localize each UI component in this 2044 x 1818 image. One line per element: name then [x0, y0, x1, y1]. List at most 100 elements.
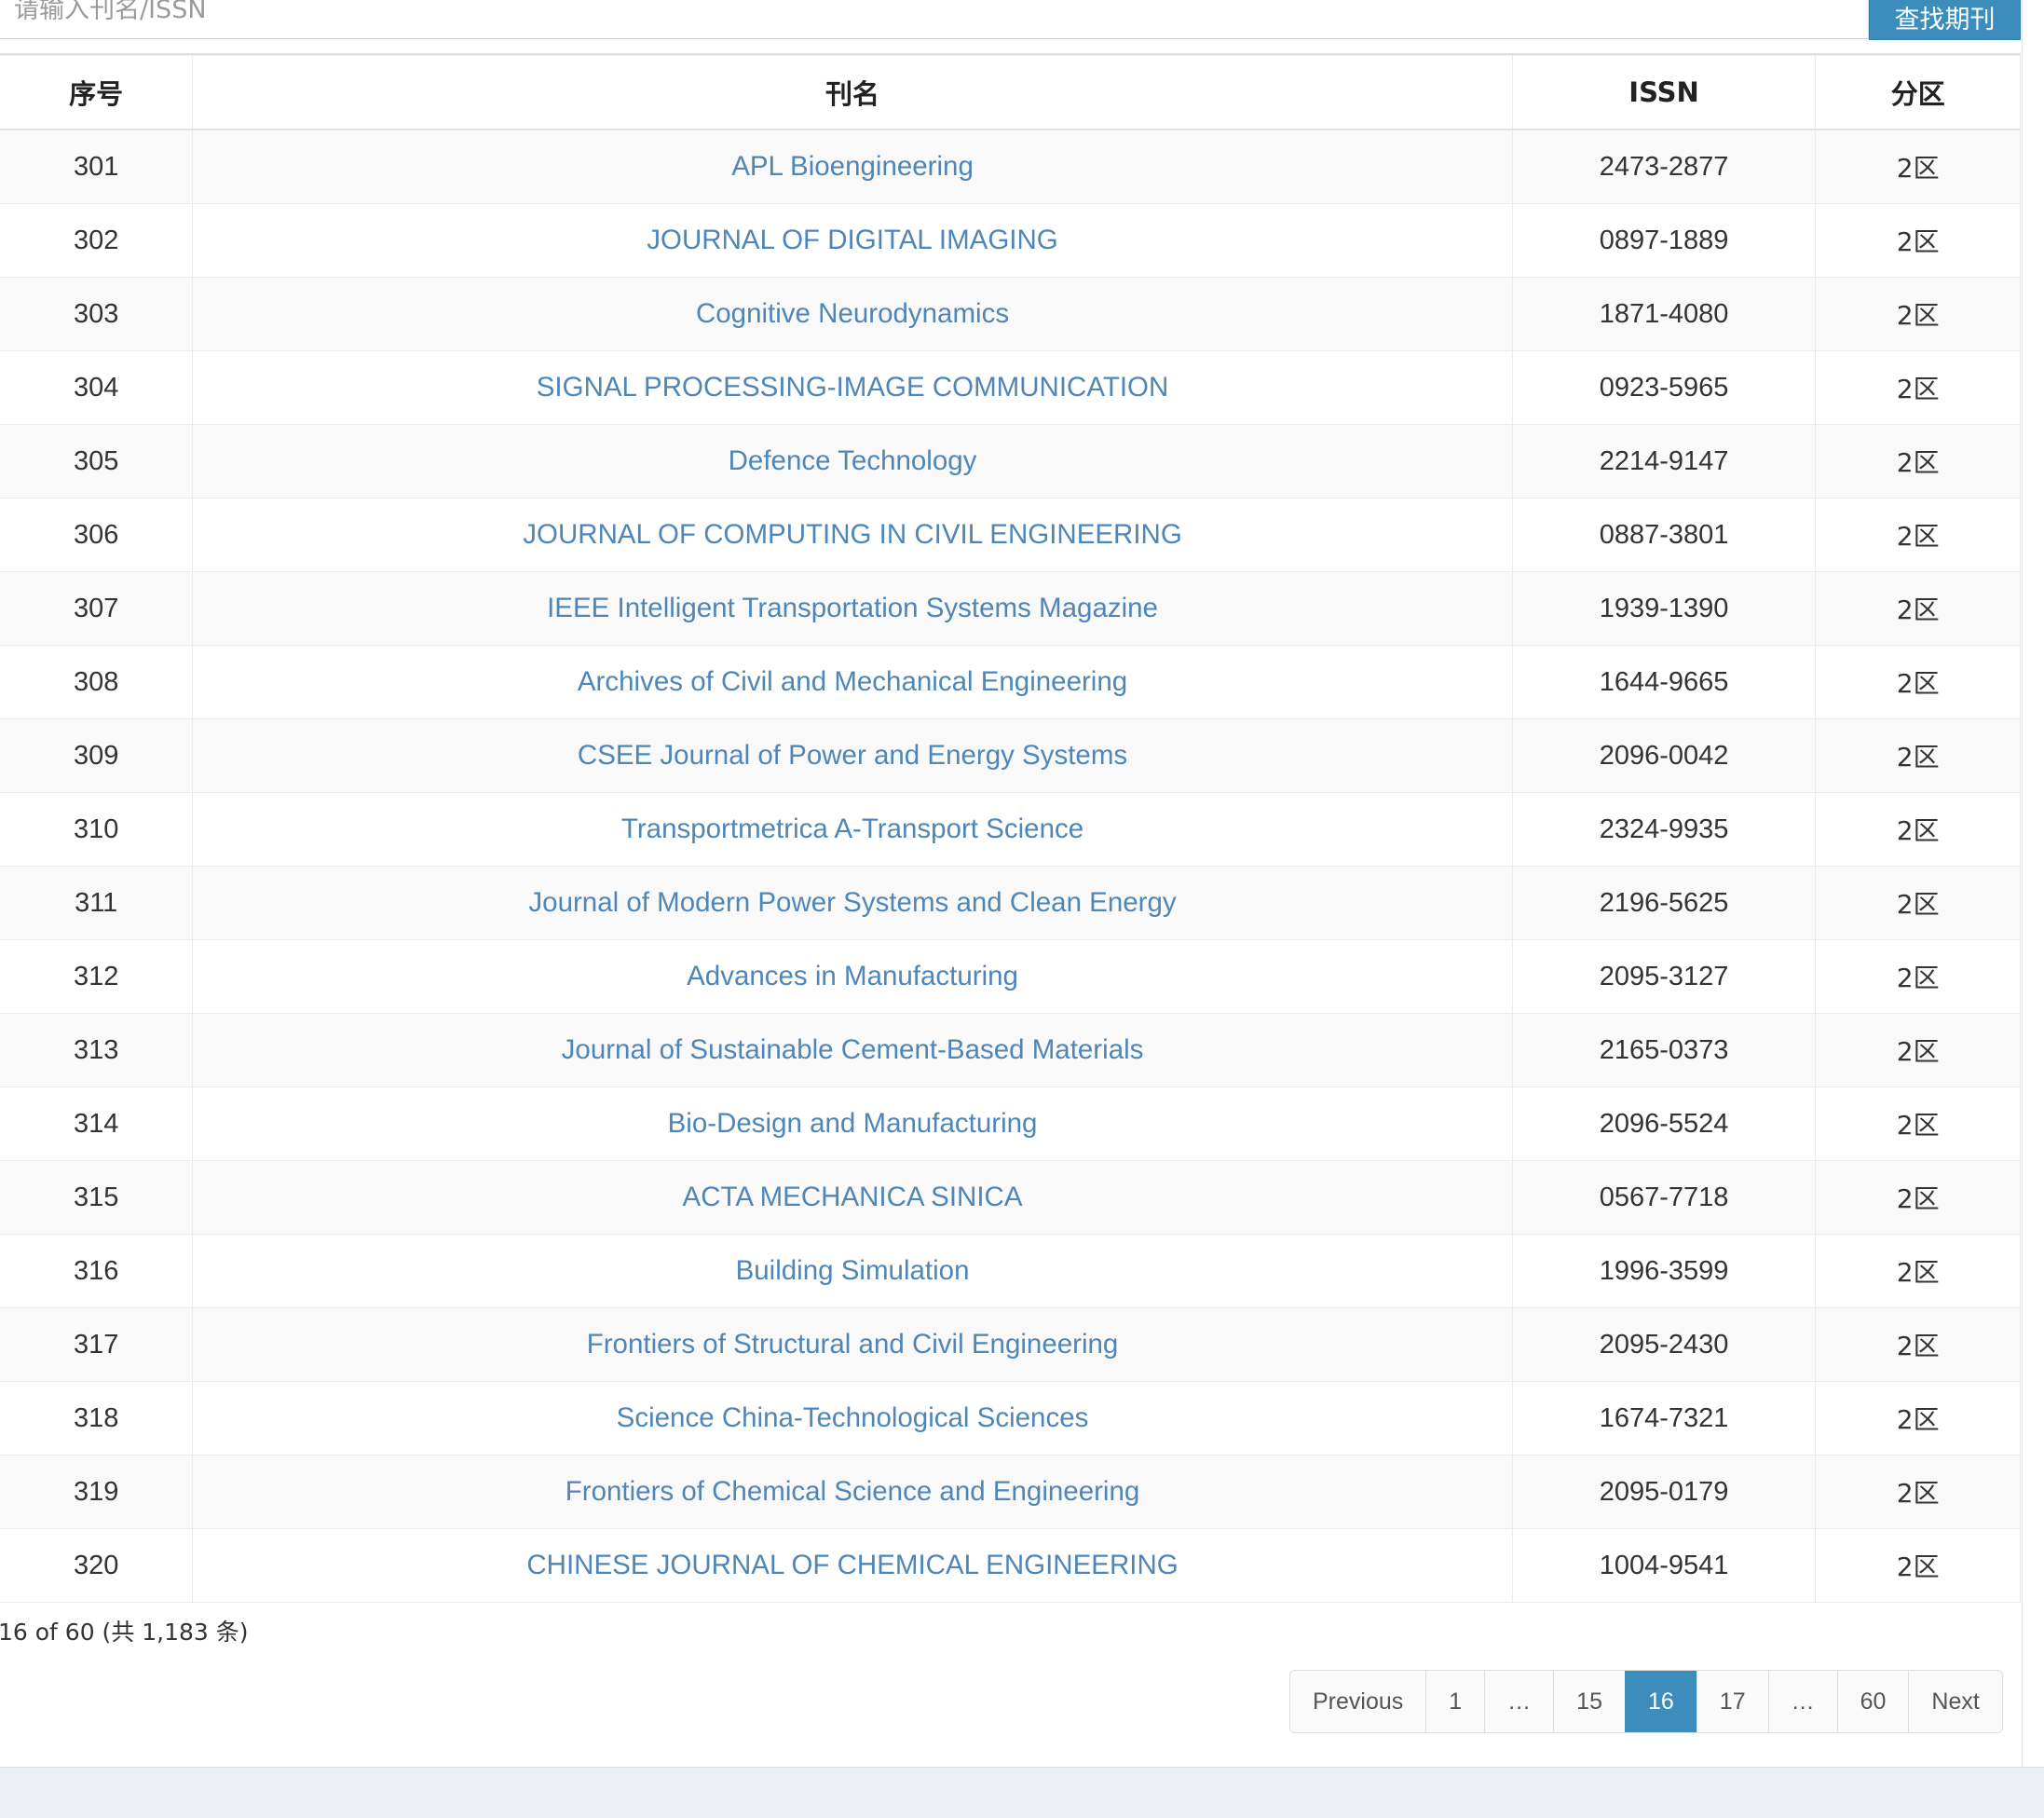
table-row: 312 Advances in Manufacturing 2095-3127 2区 — [0, 939, 2021, 1014]
journal-name-link[interactable]: CSEE Journal of Power and Energy Systems — [578, 740, 1127, 771]
page-button-17[interactable]: 17 — [1696, 1671, 1768, 1732]
row-zone: 2区 — [1815, 645, 2021, 719]
column-header-name: 刊名 — [192, 55, 1513, 130]
row-journal-cell: APL Bioengineering — [192, 129, 1513, 204]
page-button-15[interactable]: 15 — [1553, 1671, 1625, 1732]
table-row: 306 JOURNAL OF COMPUTING IN CIVIL ENGINEE… — [0, 498, 2021, 572]
row-zone: 2区 — [1815, 571, 2021, 646]
journal-name-link[interactable]: SIGNAL PROCESSING-IMAGE COMMUNICATION — [537, 372, 1169, 403]
row-index: 306 — [0, 498, 194, 572]
row-index: 316 — [0, 1234, 194, 1308]
journal-table-container: 序号 刊名 ISSN 分区 301 APL Bioengineering 2473-… — [0, 53, 2021, 1603]
table-row: 310 Transportmetrica A-Transport Science 2… — [0, 792, 2021, 867]
page-button-16[interactable]: 16 — [1624, 1671, 1697, 1732]
journal-name-link[interactable]: APL Bioengineering — [731, 151, 974, 182]
next-page-button[interactable]: Next — [1908, 1671, 2002, 1732]
row-zone: 2区 — [1815, 1160, 2021, 1235]
journal-name-link[interactable]: JOURNAL OF DIGITAL IMAGING — [647, 225, 1057, 255]
footer-area — [0, 1767, 2044, 1818]
row-issn: 2165-0373 — [1511, 1013, 1817, 1087]
previous-page-button[interactable]: Previous — [1290, 1671, 1426, 1732]
table-row: 319 Frontiers of Chemical Science and Eng… — [0, 1455, 2021, 1529]
row-journal-cell: CSEE Journal of Power and Energy Systems — [192, 718, 1513, 793]
row-journal-cell: Advances in Manufacturing — [192, 939, 1513, 1014]
row-index: 308 — [0, 645, 194, 719]
row-zone: 2区 — [1815, 203, 2021, 278]
row-zone: 2区 — [1815, 129, 2021, 204]
search-input[interactable] — [0, 0, 1869, 39]
row-issn: 2096-0042 — [1511, 718, 1817, 793]
journal-name-link[interactable]: Cognitive Neurodynamics — [696, 298, 1009, 329]
journal-table: 序号 刊名 ISSN 分区 301 APL Bioengineering 2473-… — [0, 55, 2021, 1603]
journal-name-link[interactable]: Journal of Sustainable Cement-Based Mate… — [562, 1034, 1144, 1065]
journal-name-link[interactable]: Bio-Design and Manufacturing — [668, 1108, 1038, 1139]
table-row: 311 Journal of Modern Power Systems and C… — [0, 866, 2021, 940]
row-journal-cell: JOURNAL OF COMPUTING IN CIVIL ENGINEERIN… — [192, 498, 1513, 572]
journal-name-link[interactable]: Building Simulation — [736, 1255, 970, 1286]
pagination: Previous 1… 15 16 17… 60 Next — [1289, 1670, 2003, 1733]
journal-name-link[interactable]: Science China-Technological Sciences — [617, 1402, 1089, 1433]
row-journal-cell: Journal of Sustainable Cement-Based Mate… — [192, 1013, 1513, 1087]
row-zone: 2区 — [1815, 277, 2021, 351]
row-index: 315 — [0, 1160, 194, 1235]
row-index: 318 — [0, 1381, 194, 1456]
column-header-zone: 分区 — [1815, 55, 2021, 130]
journal-name-link[interactable]: Frontiers of Chemical Science and Engine… — [566, 1476, 1140, 1507]
table-row: 313 Journal of Sustainable Cement-Based M… — [0, 1013, 2021, 1087]
row-journal-cell: JOURNAL OF DIGITAL IMAGING — [192, 203, 1513, 278]
row-index: 305 — [0, 424, 194, 499]
column-header-index: 序号 — [0, 55, 194, 130]
row-issn: 1996-3599 — [1511, 1234, 1817, 1308]
row-issn: 0897-1889 — [1511, 203, 1817, 278]
journal-name-link[interactable]: Frontiers of Structural and Civil Engine… — [587, 1329, 1119, 1360]
row-journal-cell: CHINESE JOURNAL OF CHEMICAL ENGINEERING — [192, 1528, 1513, 1603]
row-index: 309 — [0, 718, 194, 793]
journal-name-link[interactable]: ACTA MECHANICA SINICA — [683, 1182, 1023, 1212]
row-journal-cell: SIGNAL PROCESSING-IMAGE COMMUNICATION — [192, 350, 1513, 425]
row-journal-cell: Cognitive Neurodynamics — [192, 277, 1513, 351]
row-zone: 2区 — [1815, 1307, 2021, 1382]
row-index: 301 — [0, 129, 194, 204]
journal-name-link[interactable]: Journal of Modern Power Systems and Clea… — [528, 887, 1176, 918]
table-row: 309 CSEE Journal of Power and Energy Syst… — [0, 718, 2021, 793]
row-issn: 1004-9541 — [1511, 1528, 1817, 1603]
row-issn: 2095-2430 — [1511, 1307, 1817, 1382]
journal-name-link[interactable]: JOURNAL OF COMPUTING IN CIVIL ENGINEERIN… — [523, 519, 1182, 550]
page-button-60[interactable]: 60 — [1836, 1671, 1909, 1732]
row-index: 313 — [0, 1013, 194, 1087]
table-header: 序号 刊名 ISSN 分区 — [0, 55, 2021, 130]
page: 查找期刊 序号 刊名 ISSN 分区 301APL Bio — [0, 0, 2044, 1818]
journal-name-link[interactable]: CHINESE JOURNAL OF CHEMICAL ENGINEERING — [526, 1550, 1178, 1580]
table-row: 308 Archives of Civil and Mechanical Engi… — [0, 645, 2021, 719]
row-issn: 2196-5625 — [1511, 866, 1817, 940]
row-index: 311 — [0, 866, 194, 940]
row-zone: 2区 — [1815, 1087, 2021, 1161]
row-zone: 2区 — [1815, 1013, 2021, 1087]
journal-name-link[interactable]: Archives of Civil and Mechanical Enginee… — [578, 666, 1127, 697]
table-row: 315 ACTA MECHANICA SINICA 0567-7718 2区 — [0, 1160, 2021, 1235]
journal-name-link[interactable]: Transportmetrica A-Transport Science — [621, 813, 1083, 844]
journal-name-link[interactable]: IEEE Intelligent Transportation Systems … — [547, 593, 1158, 623]
table-row: 314 Bio-Design and Manufacturing 2096-5524… — [0, 1087, 2021, 1161]
row-issn: 2095-3127 — [1511, 939, 1817, 1014]
row-index: 304 — [0, 350, 194, 425]
row-issn: 0567-7718 — [1511, 1160, 1817, 1235]
row-issn: 2214-9147 — [1511, 424, 1817, 499]
row-journal-cell: Science China-Technological Sciences — [192, 1381, 1513, 1456]
row-issn: 2324-9935 — [1511, 792, 1817, 867]
table-row: 304 SIGNAL PROCESSING-IMAGE COMMUNICATION… — [0, 350, 2021, 425]
row-issn: 1674-7321 — [1511, 1381, 1817, 1456]
page-ellipsis: … — [1767, 1671, 1837, 1732]
row-journal-cell: IEEE Intelligent Transportation Systems … — [192, 571, 1513, 646]
table-row: 318 Science China-Technological Sciences 1… — [0, 1381, 2021, 1456]
page-button-1[interactable]: 1 — [1425, 1671, 1485, 1732]
row-zone: 2区 — [1815, 939, 2021, 1014]
search-button[interactable]: 查找期刊 — [1869, 0, 2021, 40]
row-journal-cell: Transportmetrica A-Transport Science — [192, 792, 1513, 867]
content-panel: 查找期刊 序号 刊名 ISSN 分区 301APL Bio — [0, 0, 2023, 1767]
row-zone: 2区 — [1815, 498, 2021, 572]
row-journal-cell: Bio-Design and Manufacturing — [192, 1087, 1513, 1161]
table-row: 320 CHINESE JOURNAL OF CHEMICAL ENGINEERI… — [0, 1528, 2021, 1603]
journal-name-link[interactable]: Defence Technology — [729, 445, 977, 476]
journal-name-link[interactable]: Advances in Manufacturing — [687, 961, 1018, 991]
